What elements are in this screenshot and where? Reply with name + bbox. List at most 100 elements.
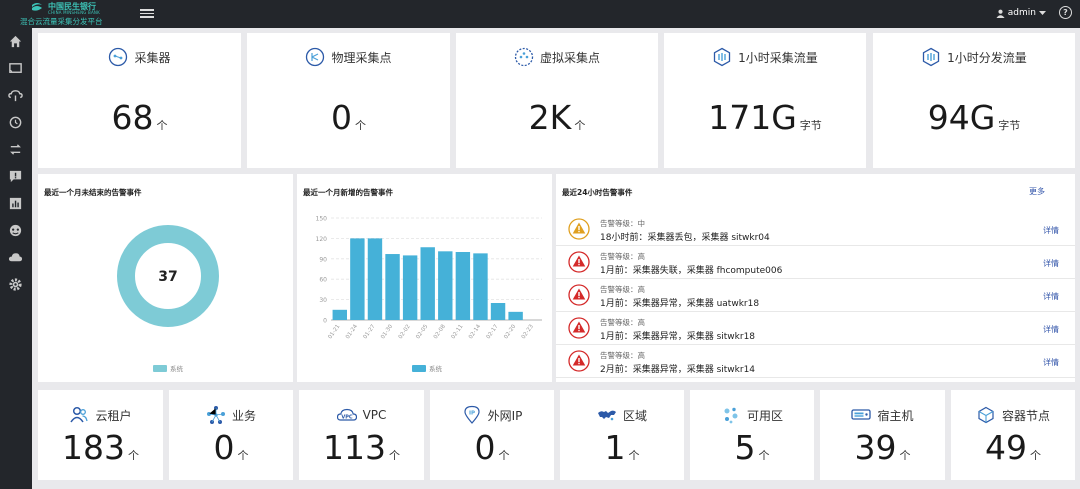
bar-01-24[interactable]	[350, 238, 365, 320]
legend-swatch	[412, 364, 426, 372]
stat-value: 0	[331, 98, 352, 137]
x-tick-label: 01-30	[380, 323, 394, 340]
alarm-row: 告警等级：高 1月前：采集器异常，采集器 sitwkr18 详情	[556, 312, 1075, 345]
warning-icon	[568, 350, 590, 372]
donut-legend[interactable]: 系统	[153, 363, 183, 373]
stat-value: 5	[734, 428, 756, 467]
sidebar	[0, 28, 32, 489]
stat-label: 宿主机	[877, 408, 914, 423]
bar-01-21[interactable]	[332, 309, 348, 320]
dashboard-icon[interactable]	[8, 223, 23, 238]
settings-icon[interactable]	[8, 277, 23, 292]
stat-card-hosts: 宿主机 39 个	[820, 390, 945, 480]
swap-icon[interactable]	[8, 142, 23, 157]
bar-02-08[interactable]	[438, 251, 453, 320]
alarm-detail-link[interactable]: 详情	[1043, 324, 1059, 335]
x-tick-label: 02-02	[398, 324, 412, 341]
x-tick-label: 01-21	[327, 324, 341, 341]
user-icon	[996, 9, 1005, 18]
history-icon[interactable]	[8, 115, 23, 130]
stat-unit: 字节	[998, 119, 1021, 132]
bar-chart: 030609012015001-21 01-24 01-27 01-30 02-02 02…	[316, 216, 542, 341]
bar-02-02[interactable]	[402, 255, 418, 320]
bar-chart-icon[interactable]	[8, 196, 23, 211]
donut-value: 37	[158, 269, 177, 285]
alarm-level: 告警等级：高	[600, 252, 645, 261]
user-menu[interactable]: admin	[996, 8, 1046, 18]
cloud-link-icon[interactable]	[8, 88, 23, 103]
legend-label: 系统	[170, 365, 183, 373]
username: admin	[1007, 8, 1036, 18]
physical-point-icon	[306, 47, 325, 67]
bar-01-30[interactable]	[385, 254, 400, 320]
legend-swatch	[153, 364, 167, 372]
stat-value: 183	[62, 428, 125, 467]
stat-value: 0	[474, 428, 496, 467]
home-icon[interactable]	[8, 34, 23, 49]
screen-cast-icon[interactable]	[8, 61, 23, 76]
stat-value: 1	[604, 428, 626, 467]
stat-unit: 个	[1030, 449, 1041, 462]
recent-alarms-panel: 最近24小时告警事件 更多 告警等级：中 18小时前：采集器丢包，采集器 sitw…	[556, 174, 1075, 382]
alarm-row: 告警等级：中 18小时前：采集器丢包，采集器 sitwkr04 详情	[556, 213, 1075, 246]
x-tick-label: 02-05	[415, 323, 429, 340]
bar-01-27[interactable]	[367, 238, 383, 320]
alarm-level: 告警等级：高	[600, 285, 645, 294]
stat-card-collectors: 采集器 68 个	[38, 33, 241, 168]
more-link[interactable]: 更多	[1029, 186, 1045, 197]
bar-02-14[interactable]	[473, 253, 488, 320]
bar-02-11[interactable]	[455, 252, 471, 320]
warning-icon	[568, 317, 590, 339]
alert-message-icon[interactable]	[8, 169, 23, 184]
warning-icon	[568, 251, 590, 273]
stat-value: 2K	[528, 98, 572, 137]
alarm-level: 告警等级：高	[600, 318, 645, 327]
alarm-row: 告警等级：高 2月前：采集器异常，采集器 sitwkr14 详情	[556, 345, 1075, 378]
x-tick-label: 02-23	[521, 323, 535, 340]
warning-icon	[568, 218, 590, 240]
open-alarms-panel: 最近一个月未结束的告警事件 37 系统	[38, 174, 293, 382]
alarm-detail-link[interactable]: 详情	[1043, 357, 1059, 368]
alarm-detail-link[interactable]: 详情	[1043, 258, 1059, 269]
stat-value: 113	[323, 428, 386, 467]
x-tick-label: 02-17	[486, 323, 500, 340]
panel-title: 最近一个月新增的告警事件	[303, 188, 393, 197]
region-icon	[597, 410, 616, 421]
stat-card-availability-zone: 可用区 5个	[690, 390, 814, 480]
stat-unit: 个	[498, 449, 510, 462]
x-tick-label: 01-24	[345, 323, 359, 340]
bar-legend[interactable]: 系统	[412, 363, 442, 373]
menu-toggle-button[interactable]	[140, 7, 154, 19]
bar-02-05[interactable]	[420, 247, 435, 320]
help-icon[interactable]: ?	[1059, 6, 1072, 19]
virtual-point-icon	[514, 47, 534, 67]
stat-label: 虚拟采集点	[539, 50, 600, 65]
stat-label: 区域	[622, 408, 647, 423]
stat-value: 0	[213, 428, 235, 467]
business-icon	[206, 406, 225, 424]
alarm-message: 1月前：采集器异常，采集器 sitwkr18	[600, 332, 756, 342]
stat-label: 云租户	[95, 408, 132, 423]
bar-02-20[interactable]	[508, 311, 523, 320]
stat-label: VPC	[362, 408, 387, 422]
bar-02-17[interactable]	[490, 303, 506, 320]
panel-title: 最近一个月未结束的告警事件	[44, 188, 142, 197]
alarm-message: 1月前：采集器异常，采集器 uatwkr18	[600, 299, 760, 309]
cloud-icon[interactable]	[8, 250, 23, 265]
stat-value: 94G	[927, 98, 996, 137]
host-icon	[851, 409, 872, 420]
alarm-detail-link[interactable]: 详情	[1043, 291, 1059, 302]
stat-unit: 个	[574, 119, 586, 132]
x-tick-label: 02-20	[503, 323, 517, 340]
platform-title: 混合云流量采集分发平台	[20, 17, 103, 26]
x-tick-label: 02-14	[468, 323, 482, 340]
bank-logo-icon	[32, 3, 42, 11]
stat-card-physical-points: 物理采集点 0个	[247, 33, 450, 168]
alarm-detail-link[interactable]: 详情	[1043, 225, 1059, 236]
stat-card-distribute-traffic: 1小时分发流量 94G 字节	[873, 33, 1075, 168]
warning-icon	[568, 284, 590, 306]
y-tick-label: 120	[316, 236, 328, 243]
stat-unit: 个	[628, 449, 640, 462]
stat-value: 171G	[708, 98, 797, 137]
tenant-icon	[70, 406, 89, 423]
